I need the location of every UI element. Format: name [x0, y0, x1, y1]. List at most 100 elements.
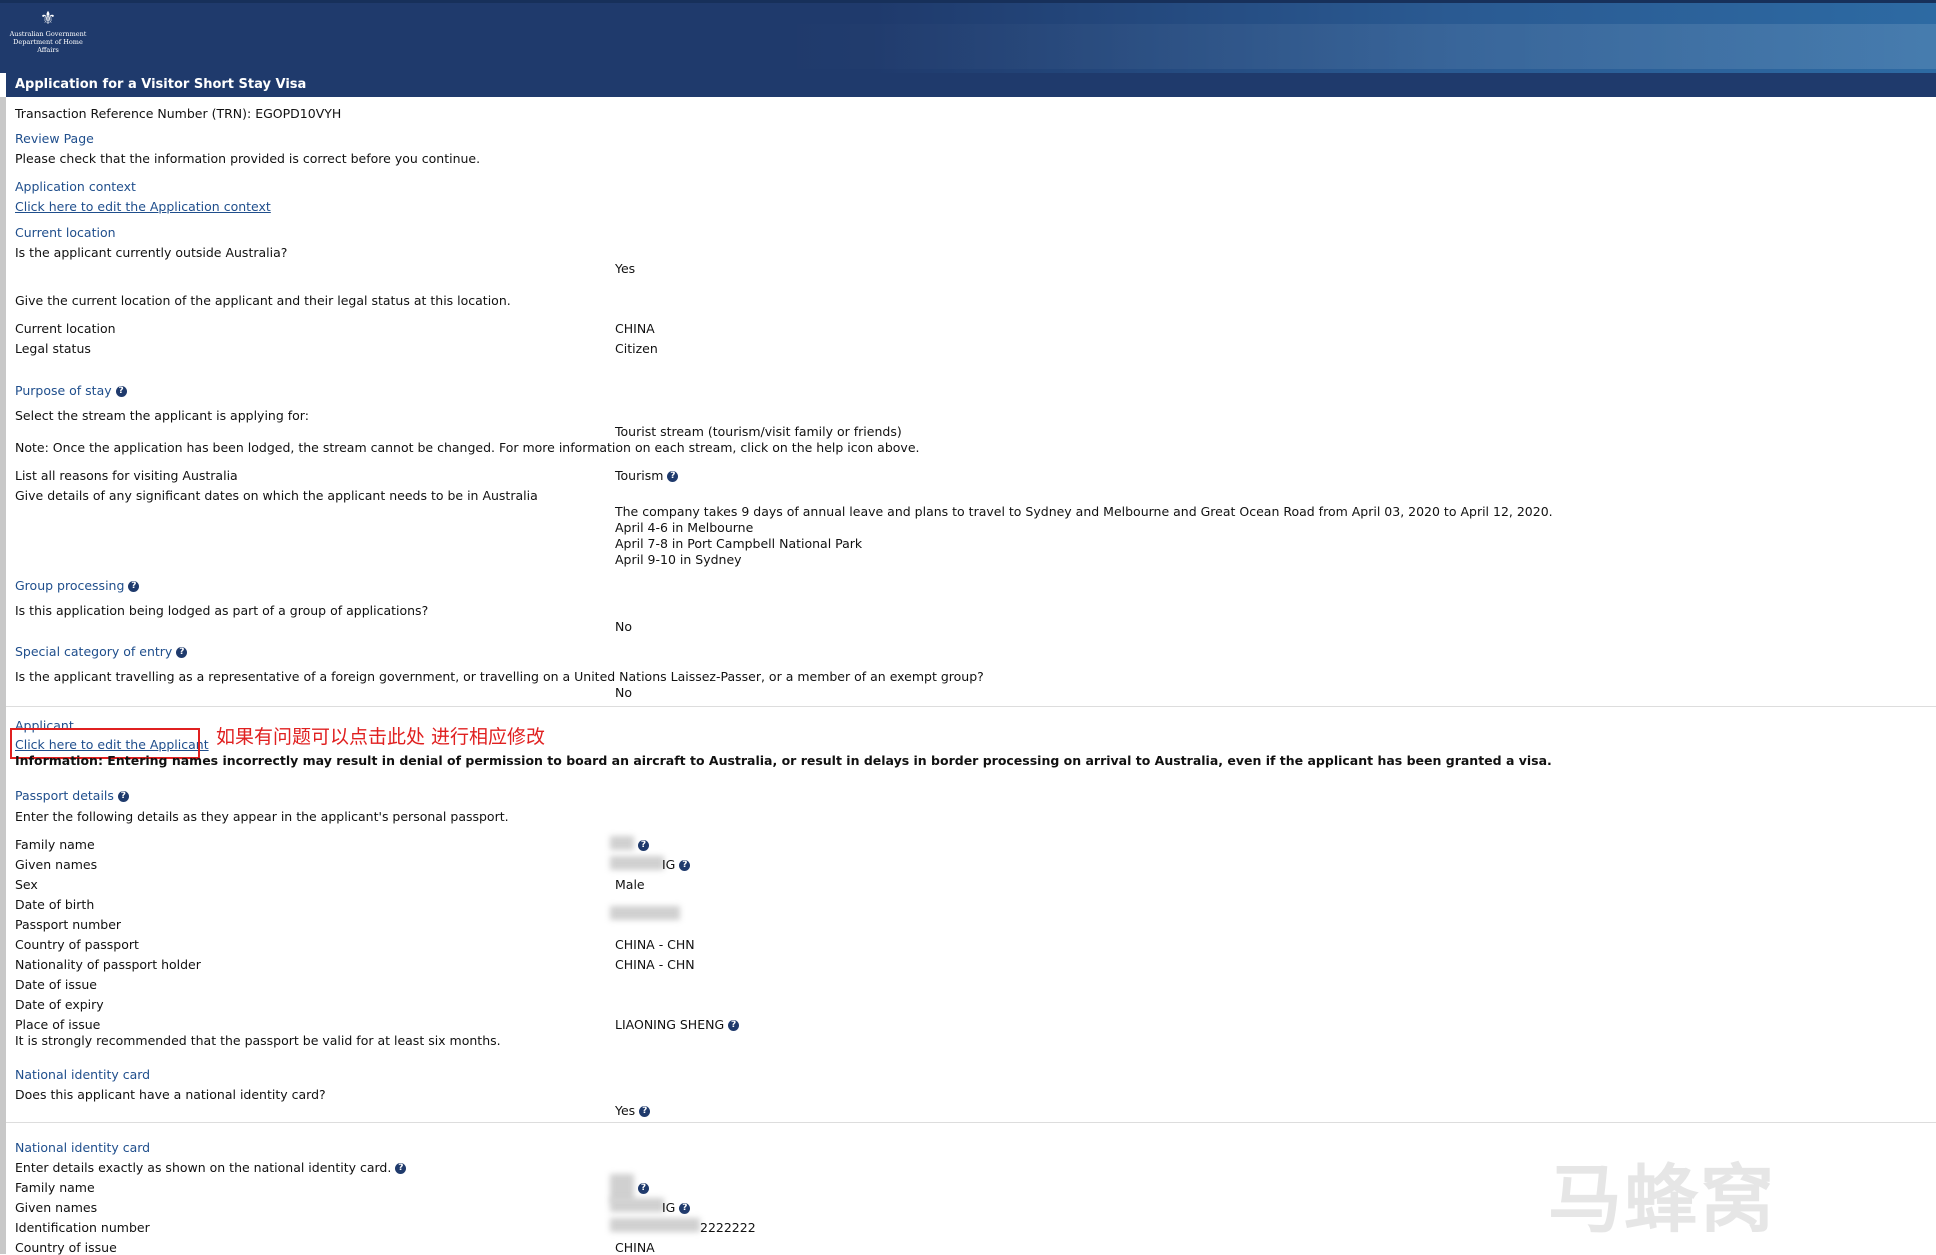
review-note: Please check that the information provid… [15, 151, 481, 166]
a-stream: Tourist stream (tourism/visit family or … [615, 424, 902, 439]
purpose-heading: Purpose of stay? [15, 383, 127, 398]
nic2-heading: National identity card [15, 1140, 151, 1155]
given-names-value-wrap: IG? [662, 857, 691, 872]
reasons-value: Tourism [615, 468, 664, 483]
place-of-issue-wrap: LIAONING SHENG? [615, 1017, 740, 1032]
q-stream: Select the stream the applicant is apply… [15, 408, 309, 423]
expiry-date-label: Date of expiry [15, 997, 104, 1012]
edit-app-context-link[interactable]: Click here to edit the Application conte… [15, 199, 271, 214]
given-names-label: Given names [15, 857, 98, 872]
nic1-heading: National identity card [15, 1067, 151, 1082]
dates-line-2: April 4-6 in Melbourne [615, 520, 754, 535]
current-location-label: Current location [15, 321, 116, 336]
issue-date-label: Date of issue [15, 977, 97, 992]
group-answer: No [615, 619, 632, 634]
special-heading: Special category of entry? [15, 644, 188, 659]
help-icon[interactable]: ? [679, 860, 691, 871]
redacted-given-names [610, 856, 664, 870]
help-icon[interactable]: ? [176, 647, 188, 658]
nic2-intro: Enter details exactly as shown on the na… [15, 1160, 392, 1175]
q-outside-australia: Is the applicant currently outside Austr… [15, 245, 288, 260]
nic2-given-wrap: IG? [662, 1200, 691, 1215]
dates-label: Give details of any significant dates on… [15, 488, 538, 503]
nic2-id-label: Identification number [15, 1220, 150, 1235]
banner-top-stripe [0, 0, 1936, 3]
help-icon[interactable]: ? [117, 791, 129, 802]
help-icon[interactable]: ? [639, 1106, 651, 1117]
page-title: Application for a Visitor Short Stay Vis… [15, 77, 307, 92]
nic2-given-label: Given names [15, 1200, 98, 1215]
nic1-question: Does this applicant have a national iden… [15, 1087, 326, 1102]
redacted-nic-given [610, 1198, 664, 1212]
annotation-text: 如果有问题可以点击此处 进行相应修改 [216, 726, 546, 748]
help-icon[interactable]: ? [667, 471, 679, 482]
dates-line-3: April 7-8 in Port Campbell National Park [615, 536, 863, 551]
special-title: Special category of entry [15, 644, 173, 659]
watermark: 马蜂窝 [1548, 1157, 1776, 1243]
current-location-value: CHINA [615, 321, 655, 336]
help-icon[interactable]: ? [638, 840, 649, 851]
coat-of-arms-icon: ⚜ [39, 8, 57, 29]
gov-name: Australian Government [9, 30, 87, 38]
current-location-heading: Current location [15, 225, 116, 240]
app-context-heading: Application context [15, 179, 136, 194]
group-heading: Group processing? [15, 578, 140, 593]
passport-number-label: Passport number [15, 917, 122, 932]
trn-text: Transaction Reference Number (TRN): EGOP… [15, 106, 342, 121]
dob-label: Date of birth [15, 897, 95, 912]
government-logo: ⚜ Australian Government Department of Ho… [5, 8, 91, 62]
stream-note: Note: Once the application has been lodg… [15, 440, 920, 455]
legal-status-value: Citizen [615, 341, 658, 356]
help-icon[interactable]: ? [638, 1183, 649, 1194]
help-icon[interactable]: ? [679, 1203, 691, 1214]
given-names-tail: IG [662, 857, 676, 872]
help-icon-wrap: ? [634, 1180, 649, 1195]
special-answer: No [615, 685, 632, 700]
divider [6, 1122, 1936, 1123]
place-of-issue-value: LIAONING SHENG [615, 1017, 725, 1032]
nic2-intro-wrap: Enter details exactly as shown on the na… [15, 1160, 407, 1175]
redacted-nic-id [610, 1218, 700, 1232]
nationality-value: CHINA - CHN [615, 957, 695, 972]
country-label: Country of passport [15, 937, 139, 952]
nic2-country-value: CHINA [615, 1240, 655, 1255]
sex-value: Male [615, 877, 645, 892]
help-icon[interactable]: ? [128, 581, 140, 592]
nic1-answer-wrap: Yes? [615, 1103, 651, 1118]
redacted-family-name [610, 836, 634, 850]
group-question: Is this application being lodged as part… [15, 603, 429, 618]
divider [6, 706, 1936, 707]
dates-line-1: The company takes 9 days of annual leave… [615, 504, 1553, 519]
legal-status-label: Legal status [15, 341, 91, 356]
page-title-bar: Application for a Visitor Short Stay Vis… [6, 73, 1936, 97]
help-icon[interactable]: ? [395, 1163, 407, 1174]
place-of-issue-label: Place of issue [15, 1017, 101, 1032]
country-value: CHINA - CHN [615, 937, 695, 952]
special-question: Is the applicant travelling as a represe… [15, 669, 984, 684]
dates-line-4: April 9-10 in Sydney [615, 552, 742, 567]
purpose-title: Purpose of stay [15, 383, 112, 398]
passport-title: Passport details [15, 788, 114, 803]
sex-label: Sex [15, 877, 38, 892]
a-outside-australia: Yes [615, 261, 636, 276]
nic2-country-label: Country of issue [15, 1240, 117, 1255]
nic1-answer: Yes [615, 1103, 636, 1118]
validity-note: It is strongly recommended that the pass… [15, 1033, 501, 1048]
left-rule [0, 97, 6, 1254]
review-heading: Review Page [15, 131, 94, 146]
nationality-label: Nationality of passport holder [15, 957, 201, 972]
nic2-family-label: Family name [15, 1180, 95, 1195]
nic2-id-tail: 2222222 [700, 1220, 756, 1235]
passport-intro: Enter the following details as they appe… [15, 809, 509, 824]
reasons-value-wrap: Tourism? [615, 468, 679, 483]
applicant-info: Information: Entering names incorrectly … [15, 753, 1552, 768]
group-title: Group processing [15, 578, 125, 593]
department-name: Department of Home Affairs [13, 38, 83, 54]
reasons-label: List all reasons for visiting Australia [15, 468, 238, 483]
nic2-given-tail: IG [662, 1200, 676, 1215]
help-icon[interactable]: ? [728, 1020, 740, 1031]
help-icon[interactable]: ? [115, 386, 127, 397]
banner-band [0, 24, 1936, 69]
redacted-passport-number [610, 906, 680, 920]
family-name-label: Family name [15, 837, 95, 852]
